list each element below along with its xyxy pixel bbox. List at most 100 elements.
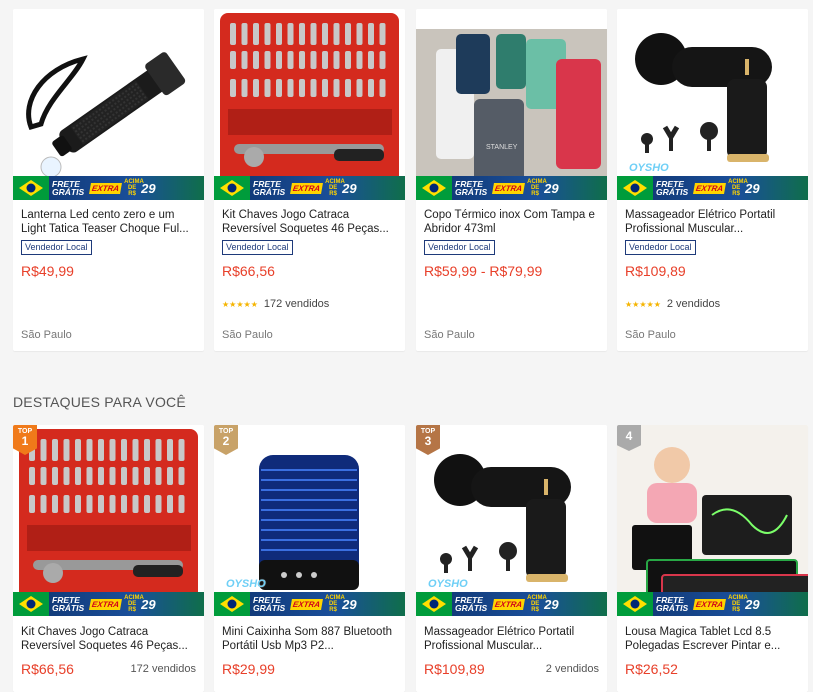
banner-extra-text: EXTRA [492,598,526,610]
free-shipping-banner: FRETE GRÁTIS EXTRA ACIMA DE R$ 29 [214,176,405,200]
product-image: OYSHO FRETE GRÁTIS EXTRA ACIMA DE R$ 29 [617,9,808,200]
banner-frete-text: FRETE GRÁTIS [52,179,85,197]
product-image: FRETE GRÁTIS EXTRA ACIMA DE R$ 29 [214,9,405,200]
product-title[interactable]: Lanterna Led cento zero e um Light Tatic… [21,208,196,236]
product-card[interactable]: FRETE GRÁTIS EXTRA ACIMA DE R$ 29 Lanter… [13,9,204,351]
product-location: São Paulo [625,329,676,341]
product-location: São Paulo [21,329,72,341]
banner-value: 29 [342,596,357,612]
product-price: R$49,99 [21,263,74,279]
product-price: R$59,99 - R$79,99 [424,263,543,279]
banner-extra-text: EXTRA [290,182,324,194]
brazil-flag-icon [416,592,452,616]
svg-text:STANLEY: STANLEY [486,144,518,151]
product-image: FRETE GRÁTIS EXTRA ACIMA DE R$ 29 [13,9,204,200]
product-title[interactable]: Copo Térmico inox Com Tampa e Abridor 47… [424,208,599,236]
free-shipping-banner: FRETE GRÁTIS EXTRA ACIMA DE R$ 29 [416,176,607,200]
banner-value: 29 [544,596,559,612]
brazil-flag-icon [13,176,49,200]
watermark-text: OYSHO [226,578,266,590]
brazil-flag-icon [416,176,452,200]
brazil-flag-icon [13,592,49,616]
product-price: R$66,56 [222,263,275,279]
product-location: São Paulo [222,329,273,341]
sold-count: 172 vendidos [263,298,330,310]
banner-value: 29 [745,180,760,196]
product-title[interactable]: Massageador Elétrico Portatil Profission… [625,208,800,236]
banner-acima-text: ACIMA DE R$ [325,595,345,613]
product-rating: ★★★★★ 172 vendidos [222,297,397,311]
banner-frete-text: FRETE GRÁTIS [455,595,488,613]
banner-value: 29 [544,180,559,196]
banner-frete-text: FRETE GRÁTIS [455,179,488,197]
sold-count: 2 vendidos [545,663,599,675]
free-shipping-banner: FRETE GRÁTIS EXTRA ACIMA DE R$ 29 [617,592,808,616]
product-card[interactable]: TOP 2 OYSHO FRETE GRÁTIS EXTRA ACIMA DE R… [214,425,405,692]
free-shipping-banner: FRETE GRÁTIS EXTRA ACIMA DE R$ 29 [214,592,405,616]
local-seller-badge: Vendedor Local [424,240,495,255]
banner-extra-text: EXTRA [89,598,123,610]
banner-acima-text: ACIMA DE R$ [325,179,345,197]
banner-extra-text: EXTRA [89,182,123,194]
banner-value: 29 [745,596,760,612]
rating-stars-icon: ★★★★★ [625,299,661,309]
brazil-flag-icon [617,592,653,616]
product-rating: ★★★★★ 2 vendidos [625,297,800,311]
banner-value: 29 [141,596,156,612]
brazil-flag-icon [214,592,250,616]
product-price: R$26,52 [625,661,678,677]
product-card[interactable]: OYSHO FRETE GRÁTIS EXTRA ACIMA DE R$ 29 … [617,9,808,351]
banner-frete-text: FRETE GRÁTIS [656,595,689,613]
brazil-flag-icon [214,176,250,200]
rating-stars-icon: ★★★★★ [222,299,258,309]
banner-frete-text: FRETE GRÁTIS [52,595,85,613]
watermark-text: OYSHO [428,578,468,590]
banner-frete-text: FRETE GRÁTIS [656,179,689,197]
product-title[interactable]: Kit Chaves Jogo Catraca Reversível Soque… [222,208,397,236]
sold-count: 2 vendidos [666,298,721,310]
section-title: DESTAQUES PARA VOCÊ [13,394,186,410]
product-image: TOP 3 OYSHO FRETE GRÁTIS EXTRA ACIMA DE R… [416,425,607,616]
banner-acima-text: ACIMA DE R$ [527,595,547,613]
product-price: R$109,89 [424,661,485,677]
banner-acima-text: ACIMA DE R$ [728,179,748,197]
banner-extra-text: EXTRA [693,182,727,194]
product-price: R$109,89 [625,263,686,279]
product-title[interactable]: Lousa Magica Tablet Lcd 8.5 Polegadas Es… [625,625,800,653]
local-seller-badge: Vendedor Local [21,240,92,255]
product-card[interactable]: TOP 3 OYSHO FRETE GRÁTIS EXTRA ACIMA DE R… [416,425,607,692]
free-shipping-banner: FRETE GRÁTIS EXTRA ACIMA DE R$ 29 [13,176,204,200]
brazil-flag-icon [617,176,653,200]
banner-acima-text: ACIMA DE R$ [124,595,144,613]
banner-extra-text: EXTRA [693,598,727,610]
product-card[interactable]: TOP 1 FRETE GRÁTIS EXTRA ACIMA DE R$ 29 K… [13,425,204,692]
product-price: R$66,56 [21,661,74,677]
product-title[interactable]: Mini Caixinha Som 887 Bluetooth Portátil… [222,625,397,653]
local-seller-badge: Vendedor Local [625,240,696,255]
sold-count: 172 vendidos [130,663,196,675]
product-card[interactable]: STANLEY FRETE GRÁTIS EXTRA ACIMA DE R$ 2… [416,9,607,351]
product-card[interactable]: FRETE GRÁTIS EXTRA ACIMA DE R$ 29 Kit Ch… [214,9,405,351]
product-image: TOP 2 OYSHO FRETE GRÁTIS EXTRA ACIMA DE R… [214,425,405,616]
free-shipping-banner: FRETE GRÁTIS EXTRA ACIMA DE R$ 29 [617,176,808,200]
product-title[interactable]: Kit Chaves Jogo Catraca Reversível Soque… [21,625,196,653]
product-image: STANLEY FRETE GRÁTIS EXTRA ACIMA DE R$ 2… [416,9,607,200]
banner-acima-text: ACIMA DE R$ [124,179,144,197]
banner-value: 29 [342,180,357,196]
banner-acima-text: ACIMA DE R$ [527,179,547,197]
product-card[interactable]: 4 FRETE GRÁTIS EXTRA ACIMA DE R$ 29 Lous… [617,425,808,692]
product-image: TOP 1 FRETE GRÁTIS EXTRA ACIMA DE R$ 29 [13,425,204,616]
product-location: São Paulo [424,329,475,341]
banner-frete-text: FRETE GRÁTIS [253,595,286,613]
banner-value: 29 [141,180,156,196]
product-price: R$29,99 [222,661,275,677]
banner-frete-text: FRETE GRÁTIS [253,179,286,197]
product-image: 4 FRETE GRÁTIS EXTRA ACIMA DE R$ 29 [617,425,808,616]
watermark-text: OYSHO [629,162,669,174]
free-shipping-banner: FRETE GRÁTIS EXTRA ACIMA DE R$ 29 [416,592,607,616]
product-title[interactable]: Massageador Elétrico Portatil Profission… [424,625,599,653]
banner-acima-text: ACIMA DE R$ [728,595,748,613]
banner-extra-text: EXTRA [290,598,324,610]
local-seller-badge: Vendedor Local [222,240,293,255]
banner-extra-text: EXTRA [492,182,526,194]
